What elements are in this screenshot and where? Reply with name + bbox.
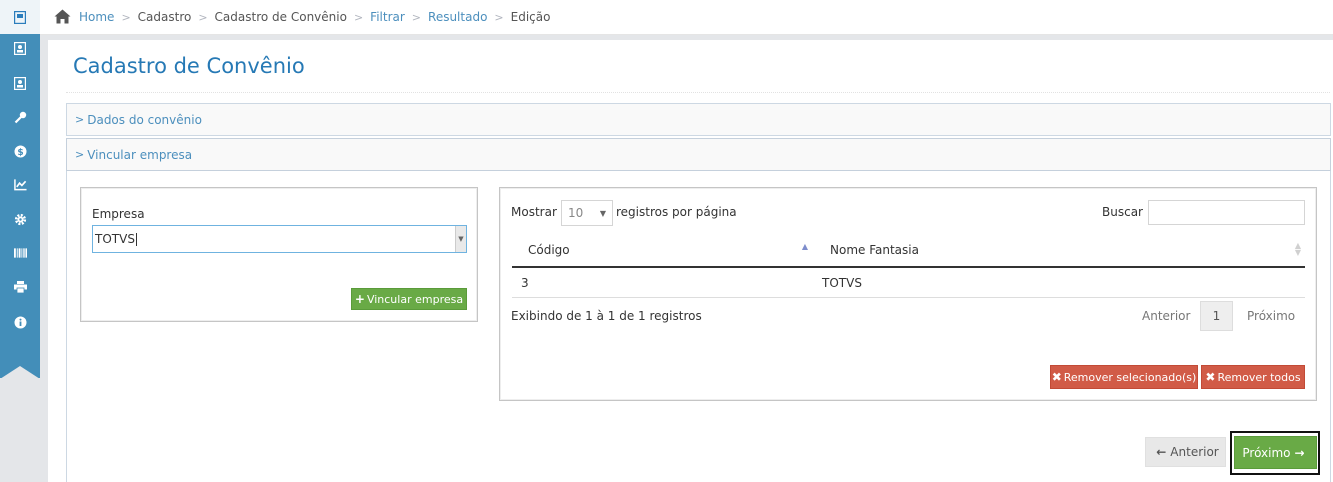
cell-codigo: 3 — [521, 275, 529, 290]
accordion-dados-convenio[interactable]: > Dados do convênio — [66, 103, 1331, 136]
text-cursor — [135, 232, 137, 246]
sidebar-item-finance[interactable]: $ — [0, 134, 40, 168]
chevron-down-icon[interactable]: ▼ — [455, 226, 466, 252]
search-label: Buscar — [1102, 205, 1143, 219]
breadcrumb-resultado[interactable]: Resultado — [428, 10, 487, 24]
gear-icon — [14, 213, 27, 226]
arrow-right-icon: → — [1294, 445, 1305, 460]
vincular-empresa-button[interactable]: + Vincular empresa — [351, 288, 467, 310]
remove-selected-label: Remover selecionado(s) — [1063, 370, 1197, 384]
breadcrumb-separator: > — [411, 10, 422, 24]
sidebar-item-reports[interactable] — [0, 168, 40, 202]
remove-selected-button[interactable]: ✖ Remover selecionado(s) — [1050, 365, 1198, 389]
sidebar-item-info[interactable] — [0, 305, 40, 339]
info-circle-icon — [14, 316, 27, 329]
accordion-label: Dados do convênio — [87, 112, 202, 127]
line-chart-icon — [13, 179, 27, 192]
home-icon[interactable] — [54, 9, 72, 25]
contact-card-icon — [14, 41, 27, 55]
table-row[interactable]: 3 TOTVS — [512, 268, 1305, 298]
book-icon — [14, 10, 27, 24]
sidebar-item-contacts-2[interactable] — [0, 66, 40, 100]
breadcrumb-separator: > — [353, 10, 364, 24]
empresas-table-panel: Mostrar 10 ▼ registros por página Buscar… — [499, 187, 1317, 401]
remove-all-button[interactable]: ✖ Remover todos — [1201, 365, 1305, 389]
breadcrumb-edicao: Edição — [510, 10, 551, 24]
proximo-button[interactable]: Próximo → — [1234, 436, 1317, 469]
key-icon — [14, 111, 27, 124]
contact-card-icon — [14, 76, 27, 90]
sidebar-item-barcode[interactable] — [0, 236, 40, 270]
arrow-left-icon: ← — [1156, 445, 1167, 459]
chevron-right-icon: > — [75, 113, 85, 126]
svg-text:$: $ — [17, 147, 23, 157]
plus-icon: + — [354, 292, 365, 306]
empresa-select[interactable]: TOTVS ▼ — [92, 225, 467, 253]
page-title: Cadastro de Convênio — [73, 54, 305, 78]
anterior-button[interactable]: ← Anterior — [1145, 437, 1226, 467]
breadcrumb-filtrar[interactable]: Filtrar — [370, 10, 405, 24]
pagination-next[interactable]: Próximo — [1239, 301, 1303, 331]
column-header-label: Nome Fantasia — [830, 242, 919, 257]
chevron-down-icon: ▼ — [599, 209, 606, 218]
close-icon: ✖ — [1051, 370, 1062, 384]
barcode-icon — [13, 247, 27, 260]
vincular-empresa-label: Vincular empresa — [366, 292, 464, 306]
close-icon: ✖ — [1205, 370, 1216, 384]
page-size-prefix: Mostrar — [511, 205, 557, 219]
dollar-circle-icon: $ — [14, 145, 27, 158]
page-size-value: 10 — [568, 206, 584, 220]
sidebar-item-book[interactable] — [0, 0, 40, 34]
title-divider — [66, 92, 1330, 93]
breadcrumb-home[interactable]: Home — [79, 10, 114, 24]
main-content: Cadastro de Convênio > Dados do convênio… — [48, 40, 1333, 482]
cell-nome-fantasia: TOTVS — [822, 275, 862, 290]
proximo-label: Próximo — [1242, 445, 1291, 460]
breadcrumb-cadastro-convenio: Cadastro de Convênio — [214, 10, 347, 24]
empresa-label: Empresa — [92, 207, 145, 221]
sidebar-item-print[interactable] — [0, 270, 40, 304]
pagination-page-1[interactable]: 1 — [1200, 301, 1233, 331]
breadcrumb-separator: > — [494, 10, 504, 24]
empresa-select-value: TOTVS — [95, 232, 135, 246]
accordion-vincular-empresa[interactable]: > Vincular empresa — [66, 138, 1331, 171]
chevron-right-icon: > — [75, 148, 85, 161]
printer-icon — [13, 281, 27, 294]
pagination-previous[interactable]: Anterior — [1134, 301, 1198, 331]
breadcrumb-separator: > — [121, 10, 131, 24]
sidebar-item-contacts-1[interactable] — [0, 31, 40, 65]
sidebar-item-key[interactable] — [0, 100, 40, 134]
accordion-label: Vincular empresa — [87, 147, 193, 162]
anterior-label: Anterior — [1170, 445, 1219, 459]
page-size-suffix: registros por página — [616, 205, 737, 219]
breadcrumb-cadastro: Cadastro — [137, 10, 192, 24]
search-input[interactable] — [1148, 200, 1305, 225]
empresa-panel: Empresa TOTVS ▼ + Vincular empresa — [80, 187, 478, 322]
remove-all-label: Remover todos — [1217, 370, 1301, 384]
sort-asc-icon: ▲ — [801, 242, 808, 251]
column-header-nome-fantasia[interactable]: Nome Fantasia ▲ ▼ — [815, 232, 1305, 267]
breadcrumb: Home > Cadastro > Cadastro de Convênio >… — [40, 0, 1333, 35]
sort-both-icon: ▲ ▼ — [1294, 241, 1301, 257]
sidebar: $ — [0, 0, 40, 482]
breadcrumb-separator: > — [198, 10, 208, 24]
table-info: Exibindo de 1 à 1 de 1 registros — [511, 309, 702, 323]
column-header-codigo[interactable]: Código ▲ — [512, 232, 815, 267]
sidebar-item-settings[interactable] — [0, 202, 40, 236]
column-header-label: Código — [528, 242, 570, 257]
page-size-select[interactable]: 10 ▼ — [561, 200, 613, 226]
